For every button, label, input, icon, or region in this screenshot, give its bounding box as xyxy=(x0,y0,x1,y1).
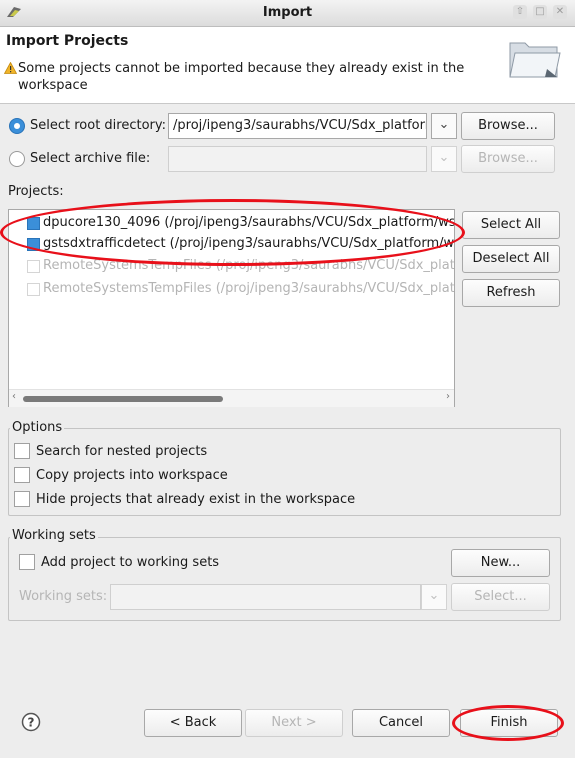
checkbox xyxy=(27,282,40,296)
projects-label: Projects: xyxy=(8,184,64,199)
root-directory-radio[interactable] xyxy=(9,118,25,134)
select-working-sets-button[interactable]: Select... xyxy=(451,583,550,611)
scrollbar-thumb[interactable] xyxy=(23,396,223,402)
page-title: Import Projects xyxy=(6,33,129,49)
scroll-left-icon[interactable]: ‹ xyxy=(12,391,16,402)
working-sets-field[interactable] xyxy=(110,584,421,610)
copy-projects-checkbox[interactable] xyxy=(14,467,30,483)
header-message: Some projects cannot be imported because… xyxy=(18,61,465,93)
chevron-down-icon: ⌄ xyxy=(428,588,440,603)
working-sets-legend: Working sets xyxy=(10,528,98,543)
back-button[interactable]: < Back xyxy=(144,709,242,737)
archive-file-label: Select archive file: xyxy=(30,151,151,166)
next-button[interactable]: Next > xyxy=(245,709,343,737)
archive-file-field[interactable] xyxy=(168,146,427,172)
annotation-ellipse-projects xyxy=(0,199,465,266)
copy-projects-label: Copy projects into workspace xyxy=(36,468,228,483)
root-directory-dropdown[interactable]: ⌄ xyxy=(431,113,457,139)
chevron-down-icon: ⌄ xyxy=(438,117,450,132)
maximize-icon[interactable]: □ xyxy=(533,5,547,19)
working-sets-label: Working sets: xyxy=(19,589,108,604)
horizontal-scrollbar[interactable]: ‹ › xyxy=(9,389,454,407)
hide-existing-checkbox[interactable] xyxy=(14,491,30,507)
new-working-set-button[interactable]: New... xyxy=(451,549,550,577)
project-label: RemoteSystemsTempFiles (/proj/ipeng3/sau… xyxy=(43,281,455,296)
list-item: RemoteSystemsTempFiles (/proj/ipeng3/sau… xyxy=(27,279,455,299)
chevron-down-icon: ⌄ xyxy=(438,150,450,165)
add-to-working-sets-label: Add project to working sets xyxy=(41,555,220,570)
archive-file-dropdown[interactable]: ⌄ xyxy=(431,146,457,172)
window-title: Import xyxy=(262,5,313,20)
scroll-right-icon[interactable]: › xyxy=(446,391,450,402)
hide-existing-label: Hide projects that already exist in the … xyxy=(36,492,356,507)
folder-icon xyxy=(509,42,561,78)
close-icon[interactable]: ✕ xyxy=(553,5,567,19)
restore-icon[interactable]: ⇧ xyxy=(513,5,527,19)
browse-archive-button[interactable]: Browse... xyxy=(461,145,555,173)
help-icon[interactable]: ? xyxy=(21,712,41,732)
search-nested-checkbox[interactable] xyxy=(14,443,30,459)
archive-file-radio[interactable] xyxy=(9,151,25,167)
warning-icon xyxy=(4,62,17,74)
refresh-button[interactable]: Refresh xyxy=(462,279,560,307)
options-legend: Options xyxy=(10,420,65,435)
browse-root-button[interactable]: Browse... xyxy=(461,112,555,140)
root-directory-label: Select root directory: xyxy=(30,118,167,133)
add-to-working-sets-checkbox[interactable] xyxy=(19,554,35,570)
deselect-all-button[interactable]: Deselect All xyxy=(462,245,560,273)
title-bar: Import ⇧ □ ✕ xyxy=(0,0,575,27)
working-sets-dropdown[interactable]: ⌄ xyxy=(421,584,447,610)
root-directory-field[interactable]: /proj/ipeng3/saurabhs/VCU/Sdx_platforr xyxy=(168,113,427,139)
search-nested-label: Search for nested projects xyxy=(36,444,208,459)
svg-text:?: ? xyxy=(28,716,35,730)
wizard-header: Import Projects Some projects cannot be … xyxy=(0,27,575,104)
select-all-button[interactable]: Select All xyxy=(462,211,560,239)
checkbox xyxy=(27,259,40,273)
annotation-ellipse-finish xyxy=(452,705,564,741)
window-controls: ⇧ □ ✕ xyxy=(513,5,567,19)
cancel-button[interactable]: Cancel xyxy=(352,709,450,737)
